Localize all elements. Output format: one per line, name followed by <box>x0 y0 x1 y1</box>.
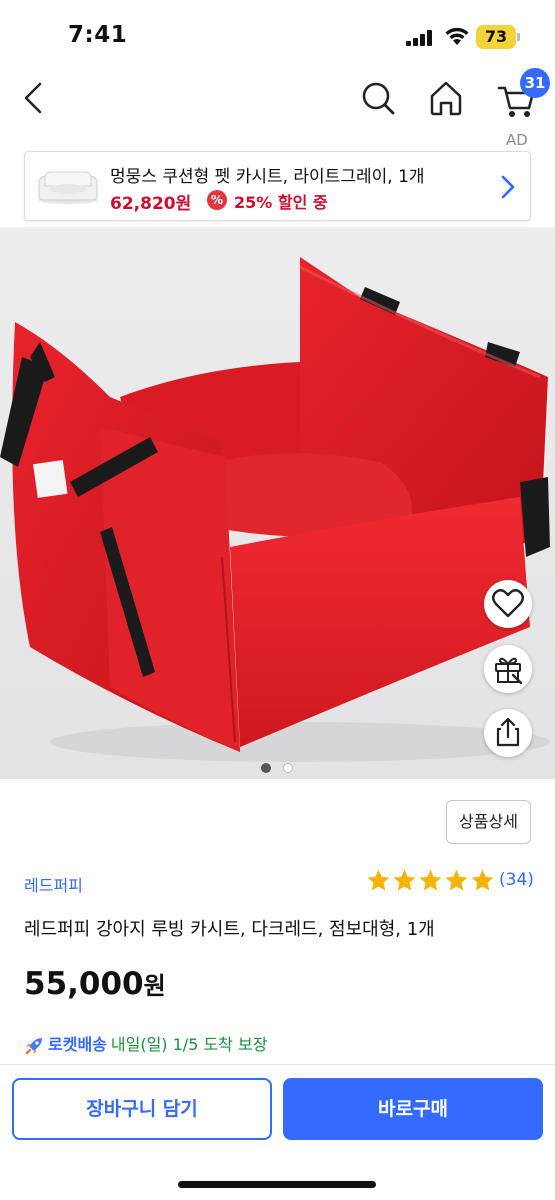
home-button[interactable] <box>428 79 464 121</box>
search-icon <box>362 82 395 115</box>
back-icon <box>24 82 42 114</box>
add-to-cart-button[interactable]: 장바구니 담기 <box>12 1078 272 1140</box>
chevron-right-icon <box>501 175 515 199</box>
carousel-dot-active[interactable] <box>261 763 271 773</box>
gift-icon <box>495 657 523 685</box>
ad-banner[interactable]: 멍뭉스 쿠션형 펫 카시트, 라이트그레이, 1개 62,820원 % 25% … <box>24 151 531 221</box>
price-value: 55,000 <box>24 966 144 1002</box>
gift-button[interactable] <box>484 645 532 693</box>
ad-discount: 25% 할인 중 <box>234 193 328 212</box>
carousel-dot[interactable] <box>283 763 293 773</box>
product-detail-button[interactable]: 상품상세 <box>446 800 531 844</box>
product-image[interactable] <box>0 227 555 779</box>
review-count[interactable]: (34) <box>499 870 534 890</box>
star-icon <box>445 869 468 891</box>
brand-link[interactable]: 레드퍼피 <box>24 872 83 896</box>
ad-label: AD <box>506 131 528 149</box>
back-button[interactable] <box>18 78 48 122</box>
product-photo <box>0 227 555 779</box>
home-icon <box>430 81 462 116</box>
share-button[interactable] <box>484 709 532 757</box>
home-indicator <box>178 1181 376 1188</box>
star-icon <box>419 869 442 891</box>
rocket-delivery: 로켓배송 내일(일) 1/5 도착 보장 <box>24 1031 267 1056</box>
star-icon <box>367 869 390 891</box>
rocket-label: 로켓배송 <box>48 1035 107 1054</box>
delivery-info: 내일(일) 1/5 도착 보장 <box>110 1035 268 1054</box>
divider <box>0 1064 555 1065</box>
product-title: 레드퍼피 강아지 루빙 카시트, 다크레드, 점보대형, 1개 <box>24 919 435 940</box>
cart-count-badge: 31 <box>520 68 550 98</box>
status-bar: 7:41 73 <box>0 0 555 70</box>
star-icon <box>471 869 494 891</box>
battery-indicator: 73 <box>476 25 520 49</box>
star-icon <box>393 869 416 891</box>
ad-title: 멍뭉스 쿠션형 펫 카시트, 라이트그레이, 1개 <box>110 167 425 187</box>
like-button[interactable] <box>484 580 532 628</box>
share-icon <box>496 717 520 747</box>
status-time: 7:41 <box>68 22 128 48</box>
heart-icon <box>492 589 524 618</box>
search-button[interactable] <box>358 79 398 123</box>
ad-price: 62,820원 <box>110 194 192 214</box>
discount-icon: % <box>207 190 227 210</box>
ad-product-thumbnail <box>33 162 103 210</box>
buy-now-button[interactable]: 바로구매 <box>283 1078 543 1140</box>
top-nav <box>0 70 555 130</box>
signal-icon <box>406 30 432 46</box>
rocket-icon <box>26 1037 42 1054</box>
battery-level: 73 <box>484 27 508 46</box>
product-price: 55,000원 <box>24 966 166 1002</box>
wifi-icon <box>445 27 469 45</box>
price-unit: 원 <box>143 972 166 1000</box>
